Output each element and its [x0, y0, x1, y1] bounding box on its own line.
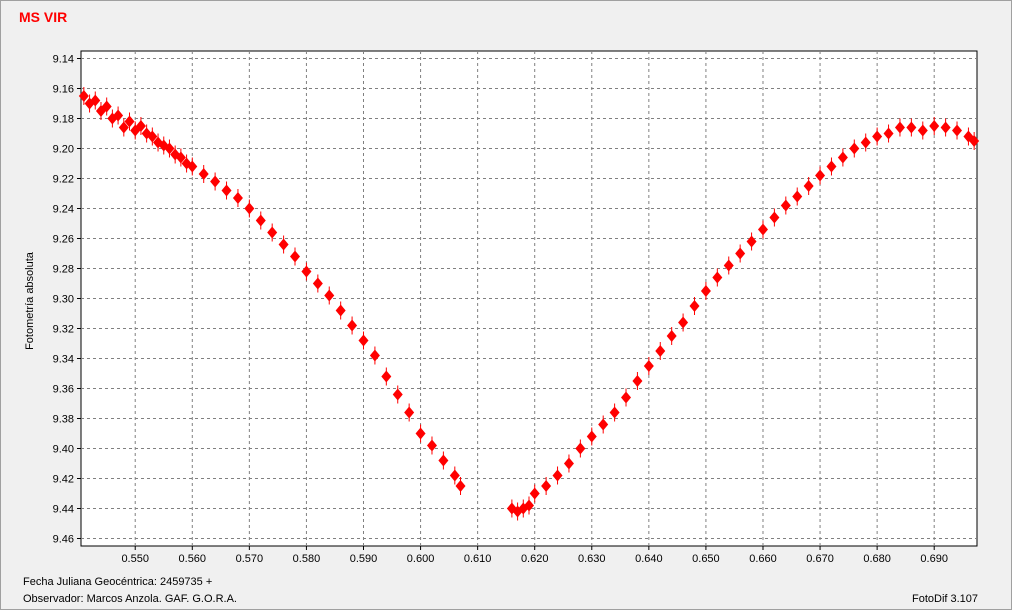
x-tick-label: 0.690 [920, 553, 948, 565]
date-label: Fecha Juliana Geocéntrica: 2459735 + [23, 576, 213, 588]
y-tick-label: 9.24 [53, 204, 74, 216]
x-tick-label: 0.580 [293, 553, 321, 565]
y-tick-label: 9.36 [53, 384, 74, 396]
software-label: FotoDif 3.107 [912, 593, 979, 605]
y-tick-label: 9.38 [53, 414, 74, 426]
x-tick-label: 0.600 [407, 553, 435, 565]
y-tick-label: 9.34 [53, 354, 74, 366]
x-tick-label: 0.620 [521, 553, 549, 565]
x-tick-label: 0.570 [236, 553, 264, 565]
chart-window: MS VIR 0.550 0.560 0.570 0.580 0.590 0.600 0.6… [0, 0, 1012, 610]
observer-label: Observador: Marcos Anzola. GAF. G.O.R.A. [23, 593, 237, 605]
x-tick-label: 0.550 [121, 553, 149, 565]
y-tick-label: 9.22 [53, 174, 74, 186]
y-tick-label: 9.14 [53, 54, 74, 66]
y-tick-label: 9.16 [53, 84, 74, 96]
x-tick-label: 0.590 [350, 553, 378, 565]
y-tick-label: 9.20 [53, 144, 74, 156]
y-tick-label: 9.44 [53, 504, 74, 516]
y-axis-label: Fotometría absoluta [24, 252, 36, 350]
y-tick-label: 9.32 [53, 324, 74, 336]
plot-svg: 0.550 0.560 0.570 0.580 0.590 0.600 0.610 0.620… [53, 50, 980, 565]
x-tick-label: 0.610 [464, 553, 492, 565]
x-tick-label: 0.640 [635, 553, 663, 565]
y-tick-label: 9.18 [53, 114, 74, 126]
y-tick-label: 9.40 [53, 444, 74, 456]
x-tick-label: 0.630 [578, 553, 606, 565]
y-tick-label: 9.42 [53, 474, 74, 486]
x-tick-label: 0.670 [806, 553, 834, 565]
y-tick-label: 9.46 [53, 534, 74, 546]
x-tick-label: 0.680 [863, 553, 891, 565]
x-tick-label: 0.560 [179, 553, 207, 565]
y-tick-label: 9.30 [53, 294, 74, 306]
x-tick-label: 0.660 [749, 553, 777, 565]
x-tick-label: 0.650 [692, 553, 720, 565]
y-tick-label: 9.26 [53, 234, 74, 246]
y-tick-label: 9.28 [53, 264, 74, 276]
